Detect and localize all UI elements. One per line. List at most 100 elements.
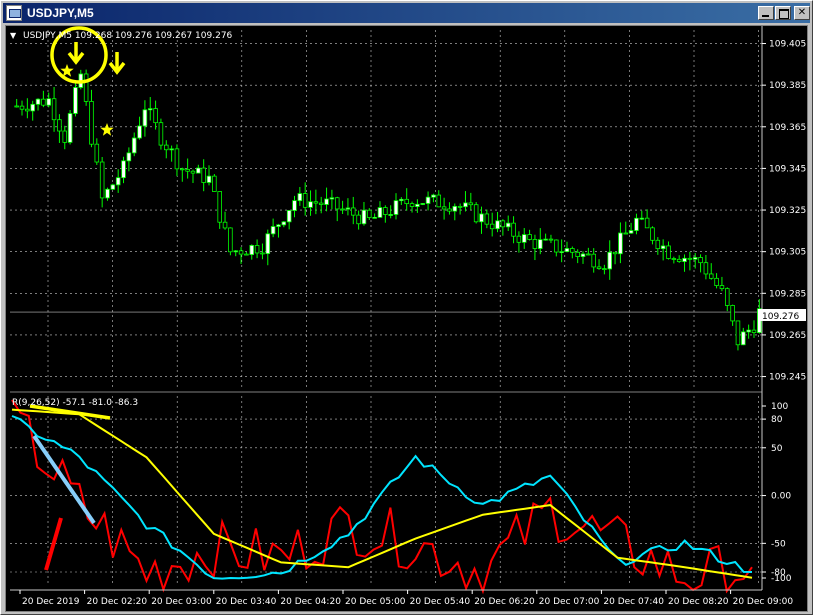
candle-bear: [190, 170, 196, 174]
candle-bear: [671, 258, 677, 260]
candle-bear: [714, 277, 719, 286]
candle-bear: [158, 122, 164, 146]
candle-bear: [650, 227, 655, 241]
time-label: 20 Dec 07:00: [539, 597, 600, 607]
chart-menu-arrow-icon[interactable]: ▼: [10, 31, 17, 40]
title-bar[interactable]: USDJPY,M5 ✕: [3, 3, 810, 23]
candle-bear: [655, 239, 661, 250]
price-tick-label: 109.385: [769, 81, 806, 91]
chart-header: USDJPY,M5 109.268 109.276 109.267 109.27…: [23, 31, 233, 41]
candle-bear: [666, 245, 671, 259]
current-price-label: 109.276: [762, 312, 799, 322]
candle-bear: [719, 285, 725, 290]
candle-bull: [73, 87, 78, 114]
candle-bear: [302, 193, 308, 208]
candle-bull: [415, 203, 420, 207]
indicator-tick-label: 80: [771, 415, 783, 425]
minimize-button[interactable]: [758, 6, 774, 20]
chart-canvas[interactable]: 109.405 109.385 109.365 109.345 109.325 109.3…: [6, 26, 807, 611]
candle-bear: [185, 168, 190, 172]
candle-bull: [270, 226, 276, 235]
candle-bull: [126, 152, 132, 162]
candle-bear: [174, 148, 180, 170]
candle-bull: [628, 230, 634, 234]
candle-bear: [698, 257, 703, 264]
time-label: 20 Dec 05:00: [345, 597, 406, 607]
candle-bear: [457, 205, 463, 208]
candle-bear: [244, 253, 249, 256]
candle-bear: [725, 288, 730, 306]
candle-bear: [436, 194, 442, 208]
candle-bull: [276, 224, 281, 227]
candle-bull: [110, 184, 116, 190]
candle-bull: [329, 197, 335, 200]
price-tick-label: 109.365: [769, 123, 806, 133]
price-tick-label: 109.265: [769, 331, 806, 341]
maximize-button[interactable]: [775, 6, 791, 20]
candle-bear: [212, 175, 217, 192]
candle-bear: [201, 167, 206, 183]
candle-bear: [238, 250, 244, 255]
candle-bull: [425, 196, 431, 204]
candle-bull: [67, 113, 73, 143]
candle-bear: [602, 268, 607, 271]
candle-bear: [511, 222, 516, 237]
candle-bear: [356, 214, 361, 225]
candle-bull: [377, 207, 383, 218]
candle-bull: [618, 232, 623, 255]
candle-bull: [692, 257, 698, 260]
candle-bull: [196, 167, 201, 174]
candle-bear: [180, 168, 185, 171]
candle-bull: [505, 222, 511, 228]
candle-bull: [286, 210, 292, 223]
close-button[interactable]: ✕: [794, 6, 810, 20]
candle-bear: [708, 273, 714, 279]
candle-bear: [596, 266, 602, 270]
candle-bull: [564, 248, 570, 253]
candle-bull: [35, 98, 41, 105]
candle-bear: [586, 253, 591, 256]
candle-bull: [538, 239, 543, 249]
candle-bear: [228, 227, 233, 253]
candle-bull: [169, 148, 174, 151]
candle-bull: [399, 198, 404, 202]
candle-bull: [308, 201, 313, 208]
candle-bear: [409, 203, 415, 207]
candle-bear: [51, 98, 57, 121]
candle-bull: [420, 203, 425, 205]
window-title: USDJPY,M5: [27, 6, 94, 20]
candle-bull: [639, 217, 645, 220]
time-label: 20 Dec 03:40: [216, 597, 277, 607]
candle-bear: [83, 73, 89, 102]
price-tick-label: 109.285: [769, 289, 806, 299]
candle-bear: [687, 257, 693, 260]
candle-bull: [137, 125, 142, 139]
candle-bear: [591, 253, 596, 268]
indicator-tick-label: 100: [771, 402, 788, 412]
candle-bear: [62, 130, 68, 143]
candle-bull: [682, 257, 687, 262]
candle-bull: [206, 175, 212, 183]
time-label: 20 Dec 04:20: [280, 597, 341, 607]
chart-window-icon[interactable]: [6, 5, 22, 21]
candle-bull: [463, 202, 468, 208]
indicator-tick-label: 0.00: [771, 492, 791, 502]
candle-bear: [57, 119, 62, 132]
candle-bear: [99, 161, 105, 199]
candle-bear: [313, 201, 319, 204]
candle-bull: [292, 200, 297, 211]
candle-bear: [489, 223, 495, 230]
candle-bull: [147, 108, 153, 111]
candle-bull: [105, 188, 110, 199]
candle-bear: [318, 202, 324, 205]
chart-area[interactable]: 109.405 109.385 109.365 109.345 109.325 109.3…: [5, 25, 808, 612]
candle-bull: [131, 137, 137, 154]
time-label: 20 Dec 03:00: [151, 597, 212, 607]
candle-bull: [388, 214, 393, 216]
candle-bull: [265, 233, 271, 255]
candle-bull: [452, 205, 458, 212]
candle-bear: [94, 143, 100, 163]
candle-bull: [115, 177, 121, 186]
candle-bull: [521, 234, 527, 243]
candle-bear: [334, 197, 340, 210]
